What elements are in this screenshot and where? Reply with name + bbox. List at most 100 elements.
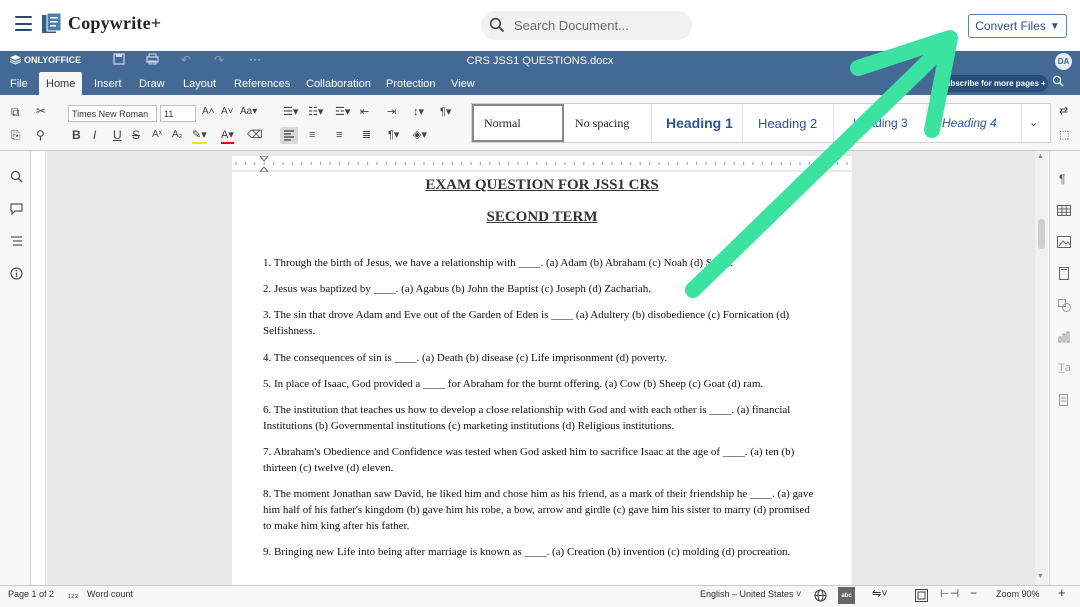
tab-file[interactable]: File [10,72,28,95]
align-center-icon[interactable]: ≡ [309,128,315,142]
bullets-icon[interactable]: ☰▾ [283,105,298,119]
scroll-up-icon[interactable]: ▲ [1037,153,1044,160]
align-left-button[interactable] [280,127,298,144]
select-all-icon[interactable]: ⬚ [1059,128,1069,142]
strikethrough-icon[interactable]: S [132,128,140,142]
hamburger-menu-icon[interactable] [15,16,32,31]
underline-icon[interactable]: U [113,128,122,142]
spell-check-icon[interactable]: abc [838,587,855,604]
font-size-select[interactable]: 11 [160,105,196,122]
headings-navigation-icon[interactable] [10,235,23,250]
align-left-icon [284,130,294,141]
increase-indent-icon[interactable]: ⇥ [387,105,396,119]
brand-name[interactable]: Copywrite+ [68,13,161,34]
mail-merge-icon[interactable] [1059,394,1070,410]
tab-references[interactable]: References [234,72,290,95]
style-gallery-expand-icon[interactable]: ⌄ [1029,116,1038,130]
font-size-value: 11 [164,108,174,119]
numbering-icon[interactable]: ☷▾ [308,105,323,119]
comments-icon[interactable] [10,203,23,218]
document-title: CRS JSS1 QUESTIONS.docx [466,55,614,67]
paragraph-spacing-icon[interactable]: ¶▾ [440,105,451,119]
image-settings-icon[interactable] [1057,236,1071,251]
question-item: 3. The sin that drove Adam and Eve out o… [263,309,790,337]
style-normal[interactable]: Normal [472,104,564,142]
decrease-indent-icon[interactable]: ⇤ [360,105,369,119]
text-art-settings-icon[interactable]: T̲a [1058,362,1071,374]
clear-style-icon[interactable]: ⌫ [247,128,263,142]
subscript-icon[interactable]: A₂ [172,128,183,142]
highlight-color-icon[interactable]: ✎▾ [192,128,207,144]
tab-draw[interactable]: Draw [139,72,165,95]
format-painter-icon[interactable]: ⚲ [36,128,45,142]
track-changes-icon[interactable]: ⇋˅ [872,587,888,600]
shading-icon[interactable]: ◈▾ [413,128,427,142]
font-name-value: Times New Roman [72,108,149,119]
tab-insert[interactable]: Insert [94,72,122,95]
tab-view[interactable]: View [451,72,475,95]
user-avatar[interactable]: DA [1055,53,1072,70]
style-heading-3[interactable]: Heading 3 [835,104,927,142]
language-select[interactable]: English – United States ˅ [700,589,801,599]
replace-icon[interactable]: ⇄ [1059,104,1068,118]
nonprinting-characters-icon[interactable]: ¶▾ [388,128,399,142]
question-item: 5. In place of Isaac, God provided a ___… [263,378,764,390]
search-input[interactable] [514,12,684,39]
about-info-icon[interactable] [10,267,23,283]
zoom-level[interactable]: Zoom 90% [996,589,1040,599]
increase-font-icon[interactable]: A˄ [202,105,215,119]
justify-icon[interactable]: ≣ [362,128,371,142]
style-heading-1[interactable]: Heading 1 [653,104,743,142]
globe-icon[interactable] [814,589,827,607]
horizontal-ruler[interactable] [232,156,852,170]
scrollbar-thumb[interactable] [1038,219,1045,249]
header-footer-icon[interactable] [1059,267,1069,283]
zoom-in-icon[interactable]: + [1058,585,1066,600]
vertical-scrollbar[interactable]: ▲ ▼ [1035,151,1048,585]
fit-page-icon[interactable] [915,589,928,607]
multilevel-list-icon[interactable]: ☲▾ [335,105,350,119]
style-no-spacing[interactable]: No spacing [566,104,652,142]
font-name-select[interactable]: Times New Roman [68,105,157,122]
style-heading-4[interactable]: Heading 4 [928,104,1022,142]
style-heading-2[interactable]: Heading 2 [744,104,834,142]
cut-icon[interactable]: ✂ [36,104,46,118]
paste-icon[interactable]: ⎘ [11,128,21,142]
page-indicator[interactable]: Page 1 of 2 [8,589,54,599]
font-color-icon[interactable]: A▾ [221,128,234,144]
vertical-ruler[interactable] [32,151,46,585]
chart-settings-icon[interactable] [1058,331,1070,346]
superscript-icon[interactable]: Aˣ [152,128,162,142]
tab-protection[interactable]: Protection [386,72,436,95]
word-count-button[interactable]: Word count [87,589,133,599]
find-icon[interactable] [10,170,23,186]
paragraph-settings-icon[interactable]: ¶ [1059,172,1065,186]
scroll-down-icon[interactable]: ▼ [1037,573,1044,580]
align-right-icon[interactable]: ≡ [336,128,342,142]
question-item: 4. The consequences of sin is ____. (a) … [263,352,668,364]
line-spacing-icon[interactable]: ↕▾ [413,105,424,119]
convert-files-label: Convert Files [975,19,1046,33]
bold-icon[interactable]: B [72,128,81,142]
subscribe-button[interactable]: Subscribe for more pages + [938,75,1048,92]
question-item: 6. The institution that teaches us how t… [263,404,791,432]
tab-layout[interactable]: Layout [183,72,216,95]
question-item: 8. The moment Jonathan saw David, he lik… [263,488,814,532]
convert-files-button[interactable]: Convert Files ▼ [968,14,1067,38]
copy-icon[interactable]: ⧉ [11,105,20,119]
zoom-out-icon[interactable]: − [970,586,977,600]
tab-collaboration[interactable]: Collaboration [306,72,371,95]
italic-icon[interactable]: I [93,128,96,142]
table-settings-icon[interactable] [1057,204,1071,219]
document-page[interactable]: EXAM QUESTION FOR JSS1 CRS SECOND TERM 1… [232,172,852,585]
shape-settings-icon[interactable] [1058,299,1071,315]
change-case-icon[interactable]: Aa▾ [240,105,257,119]
fit-width-icon[interactable]: ⊢⊣ [940,587,959,600]
search-icon[interactable] [1052,75,1064,90]
document-title-heading: EXAM QUESTION FOR JSS1 CRS [425,177,659,193]
decrease-font-icon[interactable]: A˅ [221,105,234,119]
word-count-icon: ₁₂₃ [68,589,79,599]
question-item: 7. Abraham's Obedience and Confidence wa… [263,446,795,474]
tab-home[interactable]: Home [39,72,83,95]
document-subtitle-heading: SECOND TERM [486,209,598,225]
